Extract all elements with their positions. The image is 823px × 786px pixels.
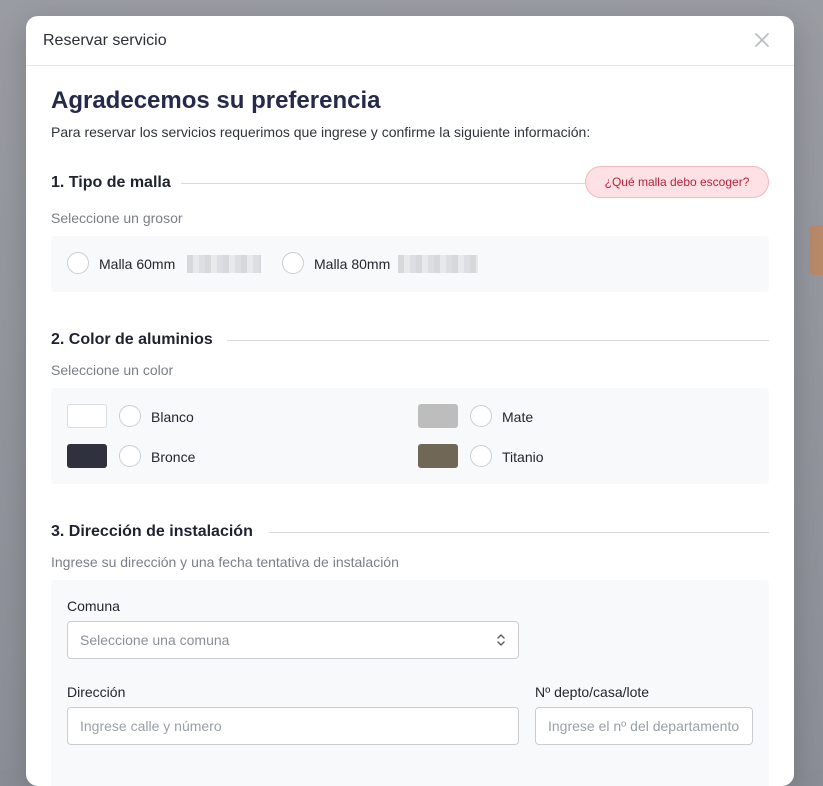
address-panel: Comuna Seleccione una comuna Dirección N… bbox=[51, 580, 769, 786]
comuna-select-value: Seleccione una comuna bbox=[80, 632, 230, 648]
blurred-price bbox=[398, 255, 478, 273]
direccion-input[interactable] bbox=[67, 707, 519, 745]
comuna-label: Comuna bbox=[67, 598, 120, 614]
color-mate-label: Mate bbox=[502, 409, 534, 425]
color-bronce-radio[interactable] bbox=[119, 445, 141, 467]
modal-header: Reservar servicio bbox=[26, 16, 794, 66]
mesh-sublabel: Seleccione un grosor bbox=[51, 210, 183, 226]
comuna-select[interactable]: Seleccione una comuna bbox=[67, 621, 519, 659]
modal-title: Reservar servicio bbox=[43, 32, 167, 49]
intro-text: Para reservar los servicios requerimos q… bbox=[51, 124, 591, 140]
section-divider bbox=[269, 532, 769, 533]
section-title-color: 2. Color de aluminios bbox=[51, 331, 223, 349]
mesh-60-label: Malla 60mm bbox=[99, 256, 176, 272]
color-mate-radio[interactable] bbox=[470, 405, 492, 427]
depto-input[interactable] bbox=[535, 707, 753, 745]
color-swatch-mate bbox=[418, 404, 458, 428]
color-sublabel: Seleccione un color bbox=[51, 362, 174, 378]
mesh-60-radio[interactable] bbox=[67, 252, 89, 274]
page-heading: Agradecemos su preferencia bbox=[51, 87, 381, 114]
color-titanio-label: Titanio bbox=[502, 449, 544, 465]
blurred-price bbox=[187, 255, 261, 273]
color-swatch-blanco bbox=[67, 404, 107, 428]
section-divider bbox=[181, 183, 641, 184]
mesh-help-button[interactable]: ¿Qué malla debo escoger? bbox=[585, 166, 769, 198]
color-titanio-radio[interactable] bbox=[470, 445, 492, 467]
mesh-options-panel: Malla 60mm Malla 80mm bbox=[51, 236, 769, 292]
mesh-80-label: Malla 80mm bbox=[314, 256, 391, 272]
color-options-panel: Blanco Mate Bronce Titanio bbox=[51, 388, 769, 484]
direccion-label: Dirección bbox=[67, 684, 126, 700]
section-title-mesh: 1. Tipo de malla bbox=[51, 174, 181, 192]
color-blanco-label: Blanco bbox=[151, 409, 194, 425]
address-sublabel: Ingrese su dirección y una fecha tentati… bbox=[51, 554, 399, 570]
chevron-up-down-icon bbox=[496, 632, 506, 648]
close-icon[interactable] bbox=[752, 30, 772, 50]
reservation-modal: Reservar servicio Agradecemos su prefere… bbox=[26, 16, 794, 786]
color-swatch-titanio bbox=[418, 444, 458, 468]
color-bronce-label: Bronce bbox=[151, 449, 196, 465]
section-title-address: 3. Dirección de instalación bbox=[51, 523, 263, 541]
mesh-80-radio[interactable] bbox=[282, 252, 304, 274]
section-divider bbox=[227, 340, 769, 341]
background-accent bbox=[809, 225, 823, 275]
depto-label: Nº depto/casa/lote bbox=[535, 684, 650, 700]
color-swatch-bronce bbox=[67, 444, 107, 468]
color-blanco-radio[interactable] bbox=[119, 405, 141, 427]
